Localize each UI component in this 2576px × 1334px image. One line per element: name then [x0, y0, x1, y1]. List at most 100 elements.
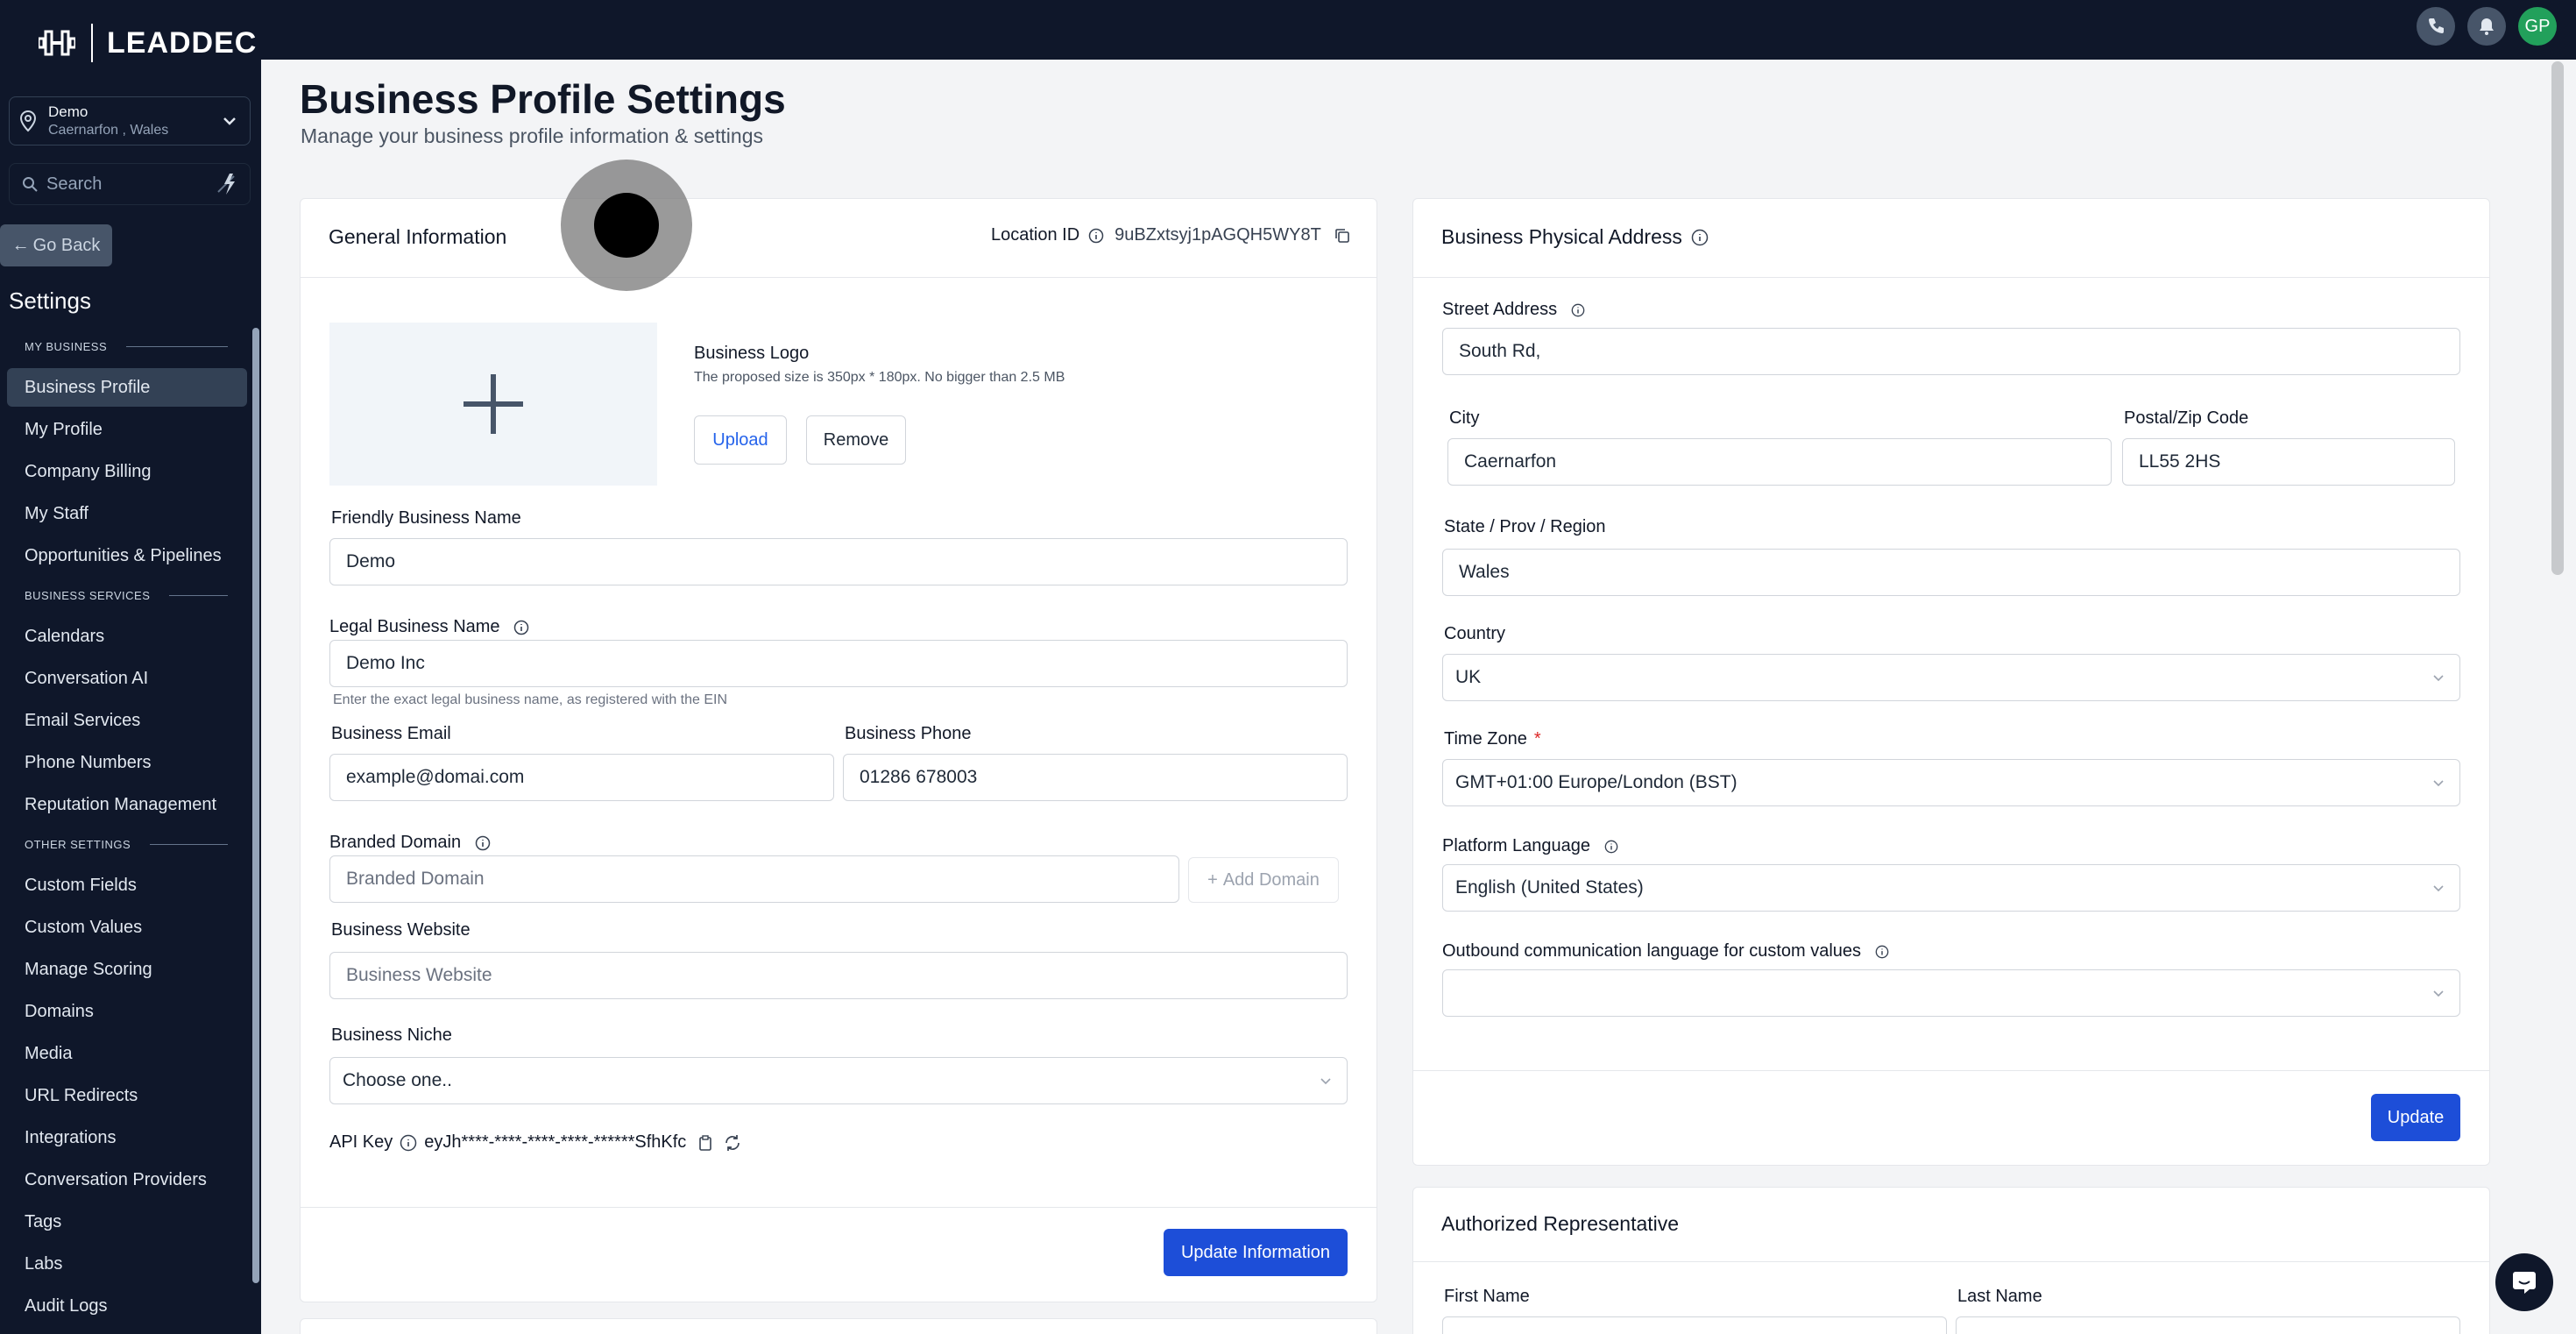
representative-title: Authorized Representative [1441, 1212, 1680, 1235]
sidebar-item-conversation-providers[interactable]: Conversation Providers [7, 1160, 247, 1199]
sidebar-search[interactable]: Search [9, 163, 251, 205]
sidebar-item-company-billing[interactable]: Company Billing [7, 452, 247, 491]
postal-code-field[interactable]: LL55 2HS [2122, 438, 2455, 486]
add-domain-button[interactable]: + Add Domain [1188, 857, 1339, 903]
location-switcher[interactable]: Demo Caernarfon , Wales [9, 96, 251, 145]
sidebar-item-opportunities-pipelines[interactable]: Opportunities & Pipelines [7, 536, 247, 575]
remove-button[interactable]: Remove [806, 415, 906, 465]
timezone-value: GMT+01:00 Europe/London (BST) [1455, 772, 1737, 792]
location-name: Demo [48, 103, 88, 120]
api-key-label: API Key [329, 1132, 393, 1152]
sidebar-item-label: URL Redirects [25, 1085, 138, 1105]
phone-button[interactable] [2417, 7, 2455, 46]
last-name-field[interactable] [1956, 1316, 2460, 1334]
sidebar-item-calendars[interactable]: Calendars [7, 617, 247, 656]
sidebar-item-custom-fields[interactable]: Custom Fields [7, 866, 247, 905]
phone-field[interactable]: 01286 678003 [843, 754, 1348, 801]
sidebar-item-domains[interactable]: Domains [7, 992, 247, 1031]
sidebar-item-url-redirects[interactable]: URL Redirects [7, 1076, 247, 1115]
phone-icon [2429, 18, 2444, 33]
email-field[interactable]: example@domai.com [329, 754, 834, 801]
nav-section-my-business: MY BUSINESS [25, 340, 228, 353]
country-select[interactable]: UK [1442, 654, 2460, 701]
sidebar-item-label: Custom Values [25, 917, 143, 937]
refresh-icon[interactable] [723, 1133, 742, 1153]
update-address-button[interactable]: Update [2371, 1094, 2460, 1141]
go-back-label: Go Back [32, 235, 101, 255]
nav-section-other-settings: OTHER SETTINGS [25, 838, 228, 851]
branded-domain-input[interactable]: Branded Domain [329, 855, 1179, 903]
search-input[interactable]: Search [46, 174, 215, 195]
map-pin-icon [19, 110, 37, 132]
sidebar-item-conversation-ai[interactable]: Conversation AI [7, 659, 247, 698]
state-field[interactable]: Wales [1442, 549, 2460, 596]
outbound-language-label: Outbound communication language for cust… [1442, 941, 1862, 961]
lightning-icon[interactable] [215, 171, 241, 197]
upload-button[interactable]: Upload [694, 415, 787, 465]
phone-label: Business Phone [845, 724, 972, 743]
outbound-language-select[interactable] [1442, 969, 2460, 1017]
info-icon [1875, 945, 1888, 959]
niche-select[interactable]: Choose one.. [329, 1057, 1348, 1104]
email-label: Business Email [331, 724, 451, 743]
location-id-label: Location ID [991, 225, 1080, 245]
outbound-label-row: Outbound communication language for cust… [1442, 941, 1889, 961]
friendly-name-label: Friendly Business Name [331, 508, 521, 528]
user-avatar[interactable]: GP [2518, 7, 2557, 46]
nav-section-title: OTHER SETTINGS [25, 838, 131, 851]
sidebar-item-media[interactable]: Media [7, 1034, 247, 1073]
go-back-button[interactable]: ← Go Back [0, 224, 112, 266]
chevron-down-icon [2433, 990, 2444, 997]
sidebar-item-reputation-management[interactable]: Reputation Management [7, 785, 247, 824]
required-marker: * [1533, 729, 1541, 749]
sidebar-scrollbar[interactable] [252, 328, 259, 1283]
notifications-button[interactable] [2467, 7, 2506, 46]
section-divider [169, 595, 228, 596]
brand-logo[interactable]: LEADDEC [37, 23, 257, 63]
sidebar-item-tags[interactable]: Tags [7, 1203, 247, 1241]
location-id-row: Location ID 9uBZxtsyj1pAGQH5WY8T [991, 225, 1351, 245]
sidebar-item-business-profile[interactable]: Business Profile [7, 368, 247, 407]
city-field[interactable]: Caernarfon [1447, 438, 2112, 486]
logo-upload-area[interactable] [329, 323, 657, 486]
sidebar-item-labs[interactable]: Labs [7, 1245, 247, 1283]
info-icon [513, 620, 529, 635]
sidebar-item-label: Integrations [25, 1127, 117, 1147]
sidebar-item-integrations[interactable]: Integrations [7, 1118, 247, 1157]
timezone-select[interactable]: GMT+01:00 Europe/London (BST) [1442, 759, 2460, 806]
sidebar-item-label: Company Billing [25, 461, 152, 481]
info-icon [1088, 228, 1104, 243]
street-label-row: Street Address [1442, 300, 1585, 320]
info-icon [475, 835, 490, 850]
language-label-row: Platform Language [1442, 836, 1618, 856]
update-information-button[interactable]: Update Information [1164, 1229, 1348, 1276]
legal-name-field[interactable]: Demo Inc [329, 640, 1348, 687]
sidebar-item-label: Audit Logs [25, 1295, 108, 1316]
friendly-name-field[interactable]: Demo [329, 538, 1348, 585]
city-label: City [1449, 408, 1480, 428]
state-label: State / Prov / Region [1444, 517, 1606, 536]
sidebar-item-manage-scoring[interactable]: Manage Scoring [7, 950, 247, 989]
sidebar-item-custom-values[interactable]: Custom Values [7, 908, 247, 947]
clipboard-icon[interactable] [697, 1134, 714, 1152]
street-address-field[interactable]: South Rd, [1442, 328, 2460, 375]
first-name-field[interactable] [1442, 1316, 1947, 1334]
sidebar-item-my-staff[interactable]: My Staff [7, 494, 247, 533]
sidebar-item-label: Conversation Providers [25, 1169, 207, 1189]
sidebar-item-email-services[interactable]: Email Services [7, 701, 247, 740]
language-select[interactable]: English (United States) [1442, 864, 2460, 912]
legal-name-label: Legal Business Name [329, 617, 500, 636]
website-input[interactable]: Business Website [329, 952, 1348, 999]
sidebar-item-audit-logs[interactable]: Audit Logs [7, 1287, 247, 1325]
sidebar-item-phone-numbers[interactable]: Phone Numbers [7, 743, 247, 782]
chat-widget-button[interactable] [2495, 1253, 2553, 1311]
chevron-down-icon [2433, 780, 2444, 787]
postal-label: Postal/Zip Code [2124, 408, 2249, 428]
main-scrollbar[interactable] [2551, 61, 2564, 575]
sidebar-item-label: Calendars [25, 626, 105, 646]
last-name-label: Last Name [1957, 1287, 2042, 1306]
sidebar-item-my-profile[interactable]: My Profile [7, 410, 247, 449]
next-section-card [300, 1318, 1377, 1334]
language-label: Platform Language [1442, 836, 1591, 855]
copy-icon[interactable] [1334, 227, 1351, 245]
